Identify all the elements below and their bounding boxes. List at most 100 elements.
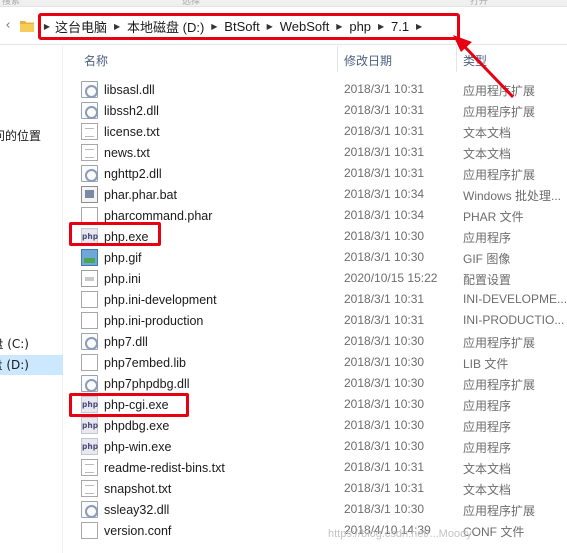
breadcrumb-this-pc[interactable]: 这台电脑 [53, 17, 109, 36]
file-type: 应用程序扩展 [463, 168, 536, 182]
dll-icon [81, 165, 98, 182]
breadcrumb-php[interactable]: php [347, 19, 373, 34]
chevron-left-icon[interactable]: ‹ [0, 15, 16, 37]
chevron-right-icon[interactable]: ▶ [411, 22, 427, 31]
breadcrumb-drive-d[interactable]: 本地磁盘 (D:) [125, 17, 206, 36]
column-type-header[interactable]: 类型 [463, 52, 487, 69]
file-name-cell[interactable]: php.ini-production [81, 310, 203, 331]
file-row[interactable]: ssleay32.dll 2018/3/1 10:30 应用程序扩展 [63, 499, 567, 520]
file-name: nghttp2.dll [104, 166, 162, 181]
file-row[interactable]: php.ini-production 2018/3/1 10:31 INI-PROD… [63, 310, 567, 331]
file-name: libsasl.dll [104, 82, 155, 97]
file-name-cell[interactable]: pharcommand.phar [81, 205, 212, 226]
file-name: php.ini-development [104, 292, 217, 307]
ribbon-strip: 搜索 选择 打开 [0, 0, 567, 7]
file-name-cell[interactable]: php7phpdbg.dll [81, 373, 190, 394]
file-name-cell[interactable]: libssh2.dll [81, 100, 159, 121]
file-name: php7.dll [104, 334, 148, 349]
breadcrumb-websoft[interactable]: WebSoft [278, 19, 332, 34]
file-row[interactable]: php7phpdbg.dll 2018/3/1 10:30 应用程序扩展 [63, 373, 567, 394]
breadcrumb-7-1[interactable]: 7.1 [389, 19, 411, 34]
file-modified-date: 2018/3/1 10:31 [344, 145, 425, 159]
file-type: 文本文档 [463, 126, 512, 140]
file-type: 配置设置 [463, 273, 512, 287]
file-row[interactable]: php php-win.exe 2018/3/1 10:30 应用程序 [63, 436, 567, 457]
file-name-cell[interactable]: php.ini-development [81, 289, 217, 310]
file-modified-date: 2020/10/15 15:22 [344, 271, 438, 285]
generic-file-icon [81, 354, 98, 371]
file-row[interactable]: snapshot.txt 2018/3/1 10:31 文本文档 [63, 478, 567, 499]
file-type: 应用程序 [463, 231, 512, 245]
batch-file-icon [81, 186, 98, 203]
file-modified-date: 2018/3/1 10:31 [344, 313, 425, 327]
file-row[interactable]: php.gif 2018/3/1 10:30 GIF 图像 [63, 247, 567, 268]
file-row[interactable]: version.conf 2018/4/10 14:39 CONF 文件 [63, 520, 567, 541]
address-bar-area: ‹ ▶ 这台电脑 ▶ 本地磁盘 (D:) ▶ BtSoft ▶ WebSoft … [0, 7, 567, 45]
chevron-right-icon[interactable]: ▶ [331, 22, 347, 31]
file-type: INI-PRODUCTIO... [463, 313, 565, 327]
file-name-cell[interactable]: php php.exe [81, 226, 148, 247]
file-row[interactable]: php php-cgi.exe 2018/3/1 10:30 应用程序 [63, 394, 567, 415]
sidebar-item-label: 问的位置 [0, 129, 41, 143]
file-name-cell[interactable]: php phpdbg.exe [81, 415, 169, 436]
file-modified-date: 2018/3/1 10:30 [344, 229, 425, 243]
file-modified-date: 2018/3/1 10:31 [344, 292, 425, 306]
file-row[interactable]: libsasl.dll 2018/3/1 10:31 应用程序扩展 [63, 79, 567, 100]
address-path-box[interactable]: ▶ 这台电脑 ▶ 本地磁盘 (D:) ▶ BtSoft ▶ WebSoft ▶ … [38, 13, 460, 40]
sidebar-item-recent-locations[interactable]: 问的位置 [0, 126, 63, 146]
file-name-cell[interactable]: ssleay32.dll [81, 499, 169, 520]
file-type: 应用程序 [463, 420, 512, 434]
column-divider[interactable] [337, 46, 338, 72]
file-row[interactable]: libssh2.dll 2018/3/1 10:31 应用程序扩展 [63, 100, 567, 121]
file-row[interactable]: pharcommand.phar 2018/3/1 10:34 PHAR 文件 [63, 205, 567, 226]
column-divider[interactable] [456, 46, 457, 72]
file-type: Windows 批处理... [463, 189, 562, 203]
file-name: phar.phar.bat [104, 187, 177, 202]
sidebar-item-drive-d[interactable]: 盘 (D:) [0, 355, 63, 375]
file-row[interactable]: phar.phar.bat 2018/3/1 10:34 Windows 批处理..… [63, 184, 567, 205]
php-exe-icon: php [81, 438, 98, 455]
file-name: php.exe [104, 229, 149, 244]
file-name-cell[interactable]: php php-win.exe [81, 436, 171, 457]
column-date-header[interactable]: 修改日期 [344, 52, 392, 69]
file-name-cell[interactable]: php php-cgi.exe [81, 394, 169, 415]
file-row[interactable]: php.ini 2020/10/15 15:22 配置设置 [63, 268, 567, 289]
file-row[interactable]: nghttp2.dll 2018/3/1 10:31 应用程序扩展 [63, 163, 567, 184]
file-row[interactable]: readme-redist-bins.txt 2018/3/1 10:31 文本文档 [63, 457, 567, 478]
gif-image-icon [81, 249, 98, 266]
file-modified-date: 2018/3/1 10:30 [344, 397, 425, 411]
dll-icon [81, 81, 98, 98]
file-modified-date: 2018/3/1 10:31 [344, 124, 425, 138]
file-name-cell[interactable]: php7embed.lib [81, 352, 186, 373]
chevron-right-icon[interactable]: ▶ [41, 22, 53, 31]
chevron-right-icon[interactable]: ▶ [109, 22, 125, 31]
file-name-cell[interactable]: nghttp2.dll [81, 163, 162, 184]
file-row[interactable]: news.txt 2018/3/1 10:31 文本文档 [63, 142, 567, 163]
file-name-cell[interactable]: version.conf [81, 520, 171, 541]
file-row[interactable]: php phpdbg.exe 2018/3/1 10:30 应用程序 [63, 415, 567, 436]
chevron-right-icon[interactable]: ▶ [206, 22, 222, 31]
file-name-cell[interactable]: news.txt [81, 142, 150, 163]
file-row[interactable]: php7.dll 2018/3/1 10:30 应用程序扩展 [63, 331, 567, 352]
column-name-header[interactable]: 名称 [84, 52, 108, 69]
chevron-right-icon[interactable]: ▶ [373, 22, 389, 31]
file-modified-date: 2018/3/1 10:30 [344, 250, 425, 264]
file-name: ssleay32.dll [104, 502, 170, 517]
file-name-cell[interactable]: php.ini [81, 268, 141, 289]
file-name-cell[interactable]: readme-redist-bins.txt [81, 457, 225, 478]
file-row[interactable]: php.ini-development 2018/3/1 10:31 INI-DEV… [63, 289, 567, 310]
file-name-cell[interactable]: snapshot.txt [81, 478, 171, 499]
file-name-cell[interactable]: phar.phar.bat [81, 184, 177, 205]
file-name-cell[interactable]: php.gif [81, 247, 142, 268]
chevron-right-icon[interactable]: ▶ [262, 22, 278, 31]
file-name-cell[interactable]: license.txt [81, 121, 160, 142]
file-name: phpdbg.exe [104, 418, 170, 433]
dll-icon [81, 501, 98, 518]
sidebar-item-drive-c[interactable]: 盘 (C:) [0, 334, 63, 354]
file-row[interactable]: php7embed.lib 2018/3/1 10:30 LIB 文件 [63, 352, 567, 373]
file-name-cell[interactable]: php7.dll [81, 331, 148, 352]
file-row[interactable]: php php.exe 2018/3/1 10:30 应用程序 [63, 226, 567, 247]
file-name-cell[interactable]: libsasl.dll [81, 79, 155, 100]
breadcrumb-btsoft[interactable]: BtSoft [222, 19, 261, 34]
file-row[interactable]: license.txt 2018/3/1 10:31 文本文档 [63, 121, 567, 142]
